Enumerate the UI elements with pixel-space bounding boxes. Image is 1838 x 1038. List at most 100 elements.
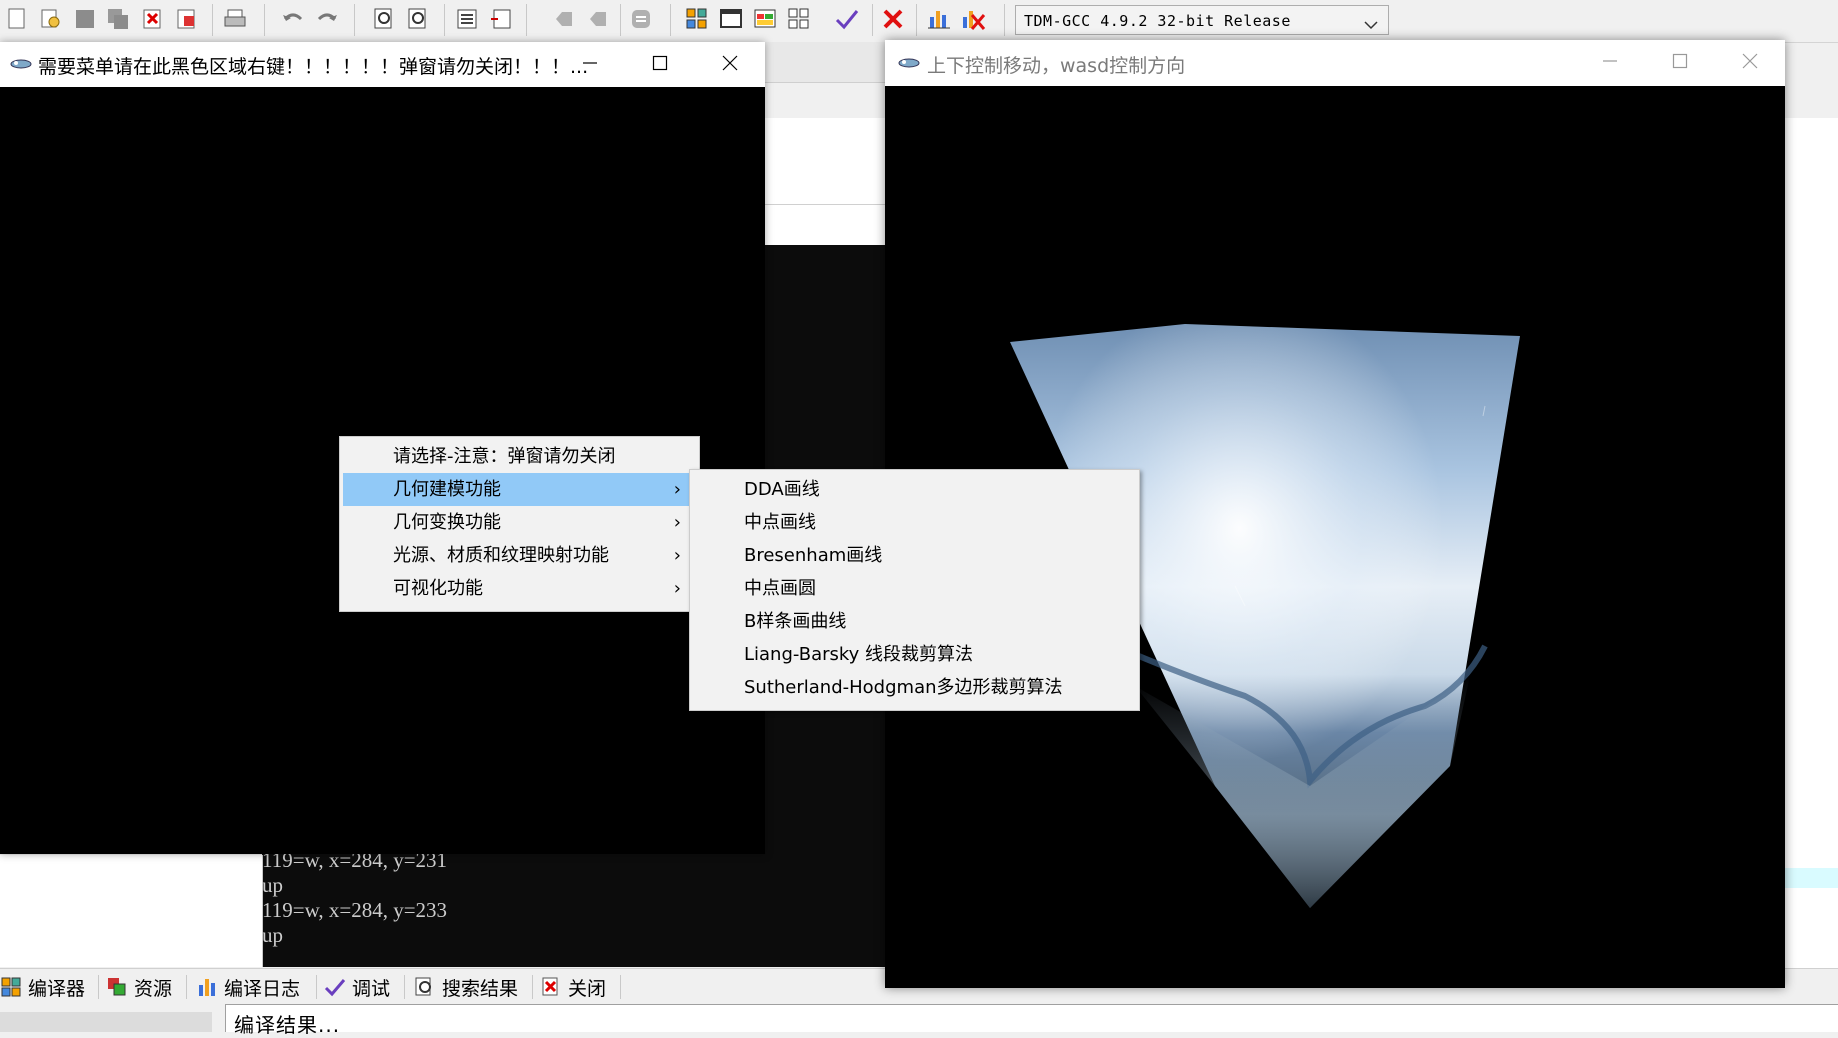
save-icon[interactable]: [72, 6, 98, 32]
comment-icon[interactable]: [628, 6, 654, 32]
console-line: up: [262, 873, 283, 897]
replace-icon[interactable]: [406, 6, 432, 32]
tab-compiler[interactable]: 编译器: [0, 973, 85, 1001]
menu-item-label: 光源、材质和纹理映射功能: [393, 545, 609, 566]
submenu-item-dda-line[interactable]: DDA画线: [693, 473, 1135, 506]
tab-resources[interactable]: 资源: [106, 973, 172, 1001]
tab-label: 编译器: [28, 977, 86, 1000]
editor-tab-bar: [765, 42, 885, 83]
editor-area: [765, 118, 885, 204]
compile-results-text: 编译结果...: [234, 1013, 341, 1037]
tab-label: 调试: [352, 977, 391, 1000]
undo-icon[interactable]: [280, 6, 306, 32]
menu-item-visualization[interactable]: 可视化功能 ›: [343, 572, 695, 605]
submenu-item-midpoint-line[interactable]: 中点画线: [693, 506, 1135, 539]
resources-icon: [106, 976, 128, 998]
tiles-icon[interactable]: [786, 6, 812, 32]
grid-icon: [0, 976, 22, 998]
chevron-right-icon: ›: [673, 512, 681, 533]
current-line-highlight: [1785, 868, 1838, 888]
geometry-submenu: DDA画线 中点画线 Bresenham画线 中点画圆 B样条画曲线 Liang…: [689, 469, 1140, 711]
profile-chart-icon[interactable]: [926, 6, 952, 32]
menu-item-lighting-texture[interactable]: 光源、材质和纹理映射功能 ›: [343, 539, 695, 572]
ide-toolbar: TDM-GCC 4.9.2 32-bit Release: [0, 0, 1838, 43]
indent-icon[interactable]: [454, 6, 480, 32]
close-icon: [722, 55, 738, 75]
minimize-button[interactable]: [1575, 40, 1645, 85]
console-line: 119=w, x=284, y=233: [262, 898, 448, 922]
tab-close[interactable]: 关闭: [540, 973, 606, 1001]
close-icon: [1742, 53, 1758, 73]
chevron-down-icon: [1364, 16, 1378, 34]
tab-debug[interactable]: 调试: [324, 973, 390, 1001]
tab-label: 搜索结果: [442, 977, 519, 1000]
submenu-item-liang-barsky[interactable]: Liang-Barsky 线段裁剪算法: [693, 638, 1135, 671]
menu-item-label: 几何建模功能: [393, 479, 501, 500]
editor-area-lower: [765, 204, 885, 245]
compiler-select-value: TDM-GCC 4.9.2 32-bit Release: [1024, 12, 1291, 30]
tab-compile-log[interactable]: 编译日志: [196, 973, 300, 1001]
compiler-select[interactable]: TDM-GCC 4.9.2 32-bit Release: [1015, 5, 1389, 35]
submenu-item-bspline-curve[interactable]: B样条画曲线: [693, 605, 1135, 638]
chevron-right-icon: ›: [673, 479, 681, 500]
open-file-icon[interactable]: [38, 6, 64, 32]
window-title: 上下控制移动，wasd控制方向: [927, 55, 1186, 77]
redo-icon[interactable]: [314, 6, 340, 32]
save-all-icon[interactable]: [106, 6, 132, 32]
submenu-item-sutherland-hodgman[interactable]: Sutherland-Hodgman多边形裁剪算法: [693, 671, 1135, 704]
menu-item-label: 请选择-注意：弹窗请勿关闭: [393, 446, 616, 467]
3d-window-titlebar[interactable]: 上下控制移动，wasd控制方向: [885, 40, 1785, 86]
submenu-item-bresenham-line[interactable]: Bresenham画线: [693, 539, 1135, 572]
menu-item-label: 几何变换功能: [393, 512, 501, 533]
tab-label: 编译日志: [224, 977, 301, 1000]
close-file-icon[interactable]: [140, 6, 166, 32]
search-icon: [414, 976, 436, 998]
check-icon: [324, 976, 346, 998]
chevron-right-icon: ›: [673, 545, 681, 566]
minimize-button[interactable]: [555, 42, 625, 87]
menu-item-label: 可视化功能: [393, 578, 483, 599]
stop-icon[interactable]: [880, 6, 906, 32]
close-all-icon[interactable]: [174, 6, 200, 32]
grid-icon[interactable]: [684, 6, 710, 32]
close-doc-icon: [540, 976, 562, 998]
window-title: 需要菜单请在此黑色区域右键！！！！！！弹窗请勿关闭！！！...: [38, 56, 589, 78]
print-icon[interactable]: [222, 6, 248, 32]
maximize-icon: [1672, 53, 1688, 73]
close-button[interactable]: [695, 42, 765, 87]
bookmark-prev-icon[interactable]: [550, 6, 576, 32]
editor-right-area: [1785, 118, 1838, 990]
project-pane: [0, 855, 263, 967]
minimize-icon: [582, 55, 598, 75]
delete-profile-icon[interactable]: [960, 6, 986, 32]
context-menu: 请选择-注意：弹窗请勿关闭 几何建模功能 › 几何变换功能 › 光源、材质和纹理…: [339, 436, 700, 612]
console-output: 119=w, x=284, y=231 up 119=w, x=284, y=2…: [262, 848, 447, 948]
find-icon[interactable]: [372, 6, 398, 32]
maximize-button[interactable]: [1645, 40, 1715, 85]
check-icon[interactable]: [834, 6, 860, 32]
color-window-icon[interactable]: [752, 6, 778, 32]
compile-results-panel: 编译结果...: [225, 1004, 1838, 1037]
window-icon[interactable]: [718, 6, 744, 32]
app-icon: [898, 55, 920, 69]
menu-item-header[interactable]: 请选择-注意：弹窗请勿关闭: [343, 440, 695, 473]
panel-splitter: [0, 1012, 212, 1032]
console-line: up: [262, 923, 283, 947]
close-button[interactable]: [1715, 40, 1785, 85]
menu-item-geometry-modeling[interactable]: 几何建模功能 ›: [343, 473, 695, 506]
menu-window-titlebar[interactable]: 需要菜单请在此黑色区域右键！！！！！！弹窗请勿关闭！！！...: [0, 42, 765, 87]
maximize-button[interactable]: [625, 42, 695, 87]
chevron-right-icon: ›: [673, 578, 681, 599]
submenu-item-midpoint-circle[interactable]: 中点画圆: [693, 572, 1135, 605]
tab-label: 资源: [134, 977, 173, 1000]
menu-item-geometry-transform[interactable]: 几何变换功能 ›: [343, 506, 695, 539]
bookmark-next-icon[interactable]: [584, 6, 610, 32]
unindent-icon[interactable]: [488, 6, 514, 32]
minimize-icon: [1602, 53, 1618, 73]
app-icon: [10, 56, 32, 70]
tab-label: 关闭: [568, 977, 607, 1000]
new-file-icon[interactable]: [4, 6, 30, 32]
maximize-icon: [652, 55, 668, 75]
bar-chart-icon: [196, 976, 218, 998]
tab-search-results[interactable]: 搜索结果: [414, 973, 518, 1001]
